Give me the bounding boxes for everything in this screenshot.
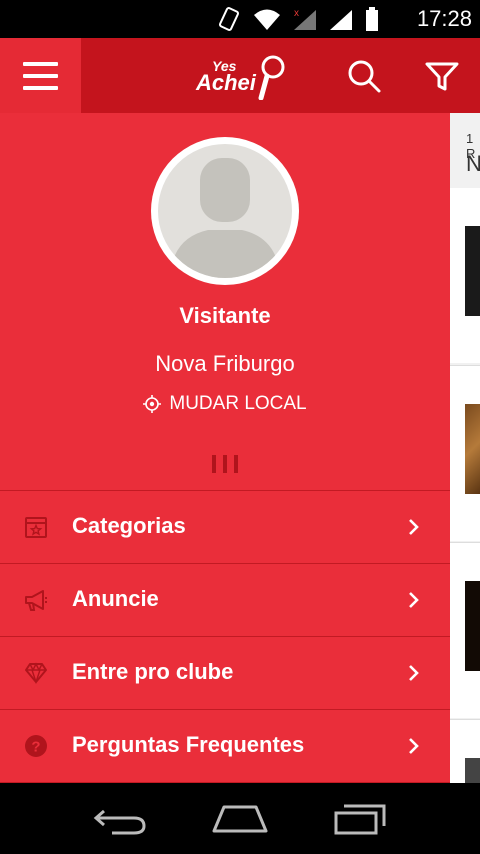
magnifier-logo-icon [258,55,285,100]
change-location-label: MUDAR LOCAL [169,393,307,414]
list-card[interactable] [450,365,480,541]
back-icon[interactable] [90,801,150,837]
card-thumbnail [465,226,480,316]
list-card[interactable] [450,188,480,363]
card-thumbnail [465,581,480,671]
menu-item-label: Anuncie [72,586,159,611]
battery-icon [366,7,378,31]
list-card[interactable] [450,719,480,784]
svg-text:x: x [294,8,299,19]
status-icons: x [216,4,380,34]
avatar[interactable] [151,137,299,285]
peek-big-text: N [466,151,480,176]
list-card[interactable] [450,542,480,718]
chevron-right-icon [409,665,419,681]
drawer-menu: Categorias Anuncie Entre pro clube ? Per… [0,490,450,783]
vibrate-icon [218,7,240,31]
filter-icon[interactable] [424,58,460,94]
wifi-icon [254,9,280,30]
change-location-button[interactable]: MUDAR LOCAL [0,393,450,415]
navigation-drawer: Visitante Nova Friburgo MUDAR LOCAL Cate… [0,113,450,783]
chevron-right-icon [409,738,419,754]
megaphone-icon [25,590,47,611]
content-peek: 1 R N [450,113,480,784]
menu-button-area[interactable] [0,38,81,113]
menu-item-label: Categorias [72,513,186,538]
signal-icon [330,10,352,30]
chevron-right-icon [409,519,419,535]
question-circle-icon: ? [25,735,47,757]
location-target-icon [143,395,162,413]
menu-item-perguntas-frequentes[interactable]: ? Perguntas Frequentes [0,709,450,782]
person-placeholder-icon [170,158,280,278]
current-city: Nova Friburgo [155,351,295,376]
menu-item-label: Perguntas Frequentes [72,732,305,757]
hamburger-menu-icon[interactable] [23,62,59,90]
chevron-right-icon [409,592,419,608]
diamond-icon [25,662,47,685]
user-name: Visitante [179,303,271,328]
status-bar: x 17:28 [0,0,480,38]
menu-item-anuncie[interactable]: Anuncie [0,563,450,636]
signal-x-icon: x [294,8,316,30]
home-icon[interactable] [210,801,270,837]
logo-text-big: Achei [196,70,256,95]
system-navigation-bar [0,783,480,854]
recent-apps-icon[interactable] [330,801,390,837]
app-logo: Yes Achei [190,48,290,104]
card-thumbnail [465,758,480,784]
menu-item-label: Entre pro clube [72,659,234,684]
search-icon[interactable] [346,58,382,94]
menu-item-categorias[interactable]: Categorias [0,490,450,563]
svg-text:?: ? [31,739,40,756]
menu-item-entre-pro-clube[interactable]: Entre pro clube [0,636,450,709]
card-thumbnail [465,404,480,494]
calendar-star-icon [25,517,47,538]
drag-handle-icon[interactable] [212,455,238,475]
clock: 17:28 [416,6,472,31]
app-bar: Yes Achei [0,38,480,113]
